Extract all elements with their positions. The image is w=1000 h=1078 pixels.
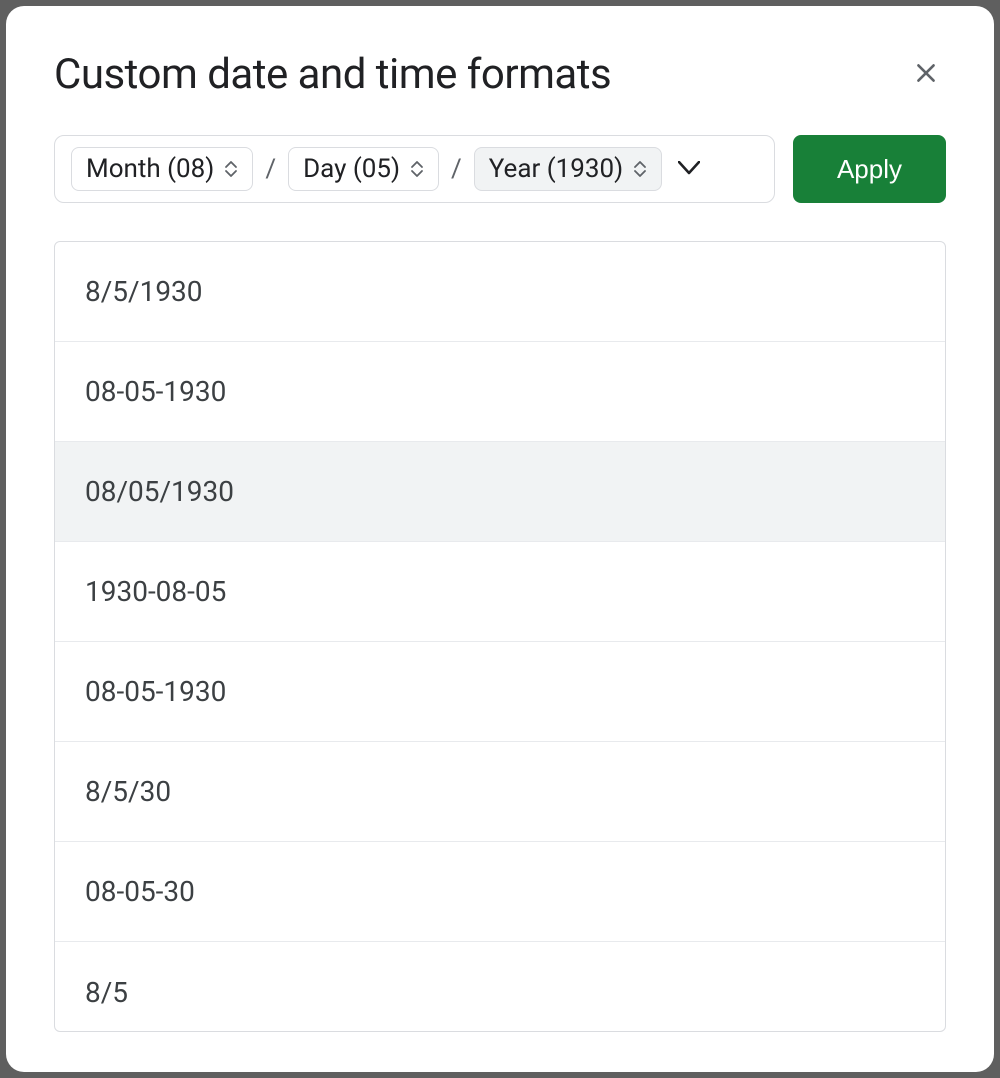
format-preset-scroll[interactable]: 8/5/1930 08-05-1930 08/05/1930 1930-08-05 08… — [55, 242, 945, 1031]
dialog-header: Custom date and time formats — [54, 50, 946, 99]
format-preset-label: 08-05-30 — [85, 875, 195, 908]
close-button[interactable] — [906, 55, 946, 95]
format-token[interactable]: Year (1930) — [474, 147, 662, 191]
format-preset-item[interactable]: 08-05-30 — [55, 842, 945, 942]
format-preset-item[interactable]: 08/05/1930 — [55, 442, 945, 542]
stepper-icon — [633, 160, 647, 178]
close-icon — [913, 60, 939, 89]
format-builder-row: Month (08) / Day (05) / Year (1930) Apply — [54, 135, 946, 203]
format-preset-item[interactable]: 8/5 — [55, 942, 945, 1031]
format-token-label: Day (05) — [303, 154, 400, 184]
format-token[interactable]: Day (05) — [288, 147, 439, 191]
stepper-icon — [410, 160, 424, 178]
format-preset-label: 08/05/1930 — [85, 475, 234, 508]
format-token[interactable]: Month (08) — [71, 147, 253, 191]
custom-date-time-dialog: Custom date and time formats Month (08) /… — [6, 6, 994, 1072]
chevron-down-icon — [678, 161, 700, 178]
format-preset-label: 8/5/30 — [85, 775, 171, 808]
format-preset-item[interactable]: 1930-08-05 — [55, 542, 945, 642]
add-token-dropdown[interactable] — [674, 161, 704, 178]
token-separator: / — [265, 154, 276, 184]
format-token-label: Year (1930) — [489, 154, 623, 184]
format-token-label: Month (08) — [86, 154, 214, 184]
token-separator: / — [451, 154, 462, 184]
format-preset-item[interactable]: 08-05-1930 — [55, 342, 945, 442]
format-preset-item[interactable]: 8/5/30 — [55, 742, 945, 842]
apply-button[interactable]: Apply — [793, 135, 946, 203]
format-preset-list: 8/5/1930 08-05-1930 08/05/1930 1930-08-05 08… — [54, 241, 946, 1032]
format-preset-item[interactable]: 08-05-1930 — [55, 642, 945, 742]
format-preset-label: 08-05-1930 — [85, 675, 226, 708]
format-preset-label: 8/5/1930 — [85, 275, 203, 308]
format-preset-label: 08-05-1930 — [85, 375, 226, 408]
format-builder[interactable]: Month (08) / Day (05) / Year (1930) — [54, 135, 775, 203]
format-preset-item[interactable]: 8/5/1930 — [55, 242, 945, 342]
dialog-title: Custom date and time formats — [54, 50, 611, 99]
stepper-icon — [224, 160, 238, 178]
format-preset-label: 1930-08-05 — [85, 575, 226, 608]
format-preset-label: 8/5 — [85, 976, 128, 1009]
